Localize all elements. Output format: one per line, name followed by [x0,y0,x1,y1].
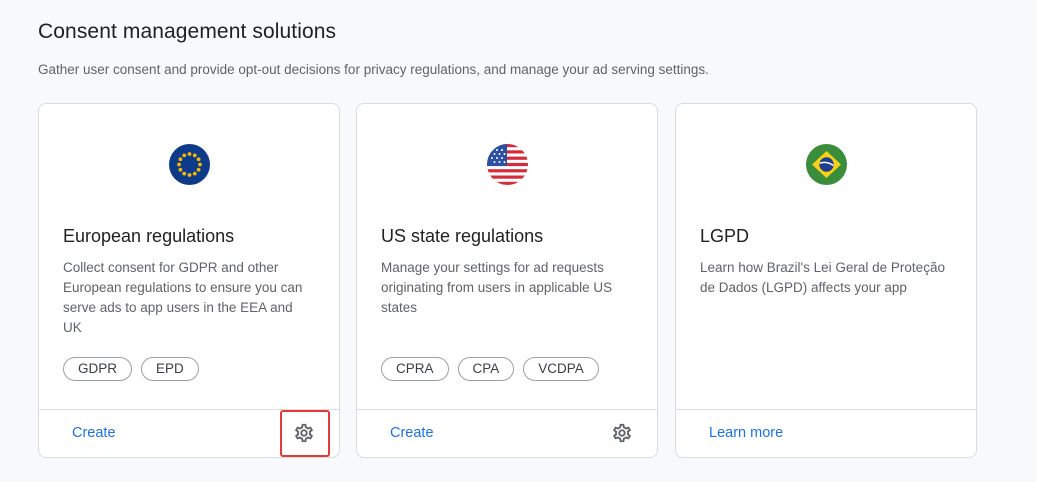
card-divider [357,409,657,410]
chip-list: GDPR EPD [63,357,199,381]
card-title: US state regulations [381,226,544,246]
chip-cpa: CPA [457,357,515,381]
settings-gear-button[interactable] [292,421,316,445]
consent-management-page: Consent management solutions Gather user… [0,0,1037,482]
card-us-state-regulations: US state regulations Manage your setting… [356,103,658,458]
card-lgpd: LGPD Learn how Brazil's Lei Geral de Pro… [675,103,977,458]
learn-more-link[interactable]: Learn more [709,425,783,441]
gear-icon [295,423,313,443]
chip-gdpr: GDPR [63,357,133,381]
card-european-regulations: European regulations Collect consent for… [38,103,340,458]
chip-list: CPRA CPA VCDPA [381,357,599,381]
chip-epd: EPD [141,357,199,381]
create-link[interactable]: Create [72,425,116,441]
card-divider [676,409,976,410]
gear-icon [613,423,631,443]
create-link[interactable]: Create [390,425,434,441]
card-title: European regulations [63,226,235,246]
card-description: Learn how Brazil's Lei Geral de Proteção… [700,260,945,295]
chip-vcdpa: VCDPA [523,357,599,381]
us-flag-icon [487,144,528,185]
page-subtitle: Gather user consent and provide opt-out … [38,62,709,77]
card-title: LGPD [700,226,750,246]
brazil-flag-icon [806,144,847,185]
card-description: Collect consent for GDPR and other Europ… [63,260,303,335]
chip-cpra: CPRA [381,357,449,381]
eu-flag-icon [169,144,210,185]
page-title: Consent management solutions [38,20,337,43]
card-description: Manage your settings for ad requests ori… [381,260,613,315]
settings-gear-button[interactable] [610,421,634,445]
card-divider [39,409,339,410]
